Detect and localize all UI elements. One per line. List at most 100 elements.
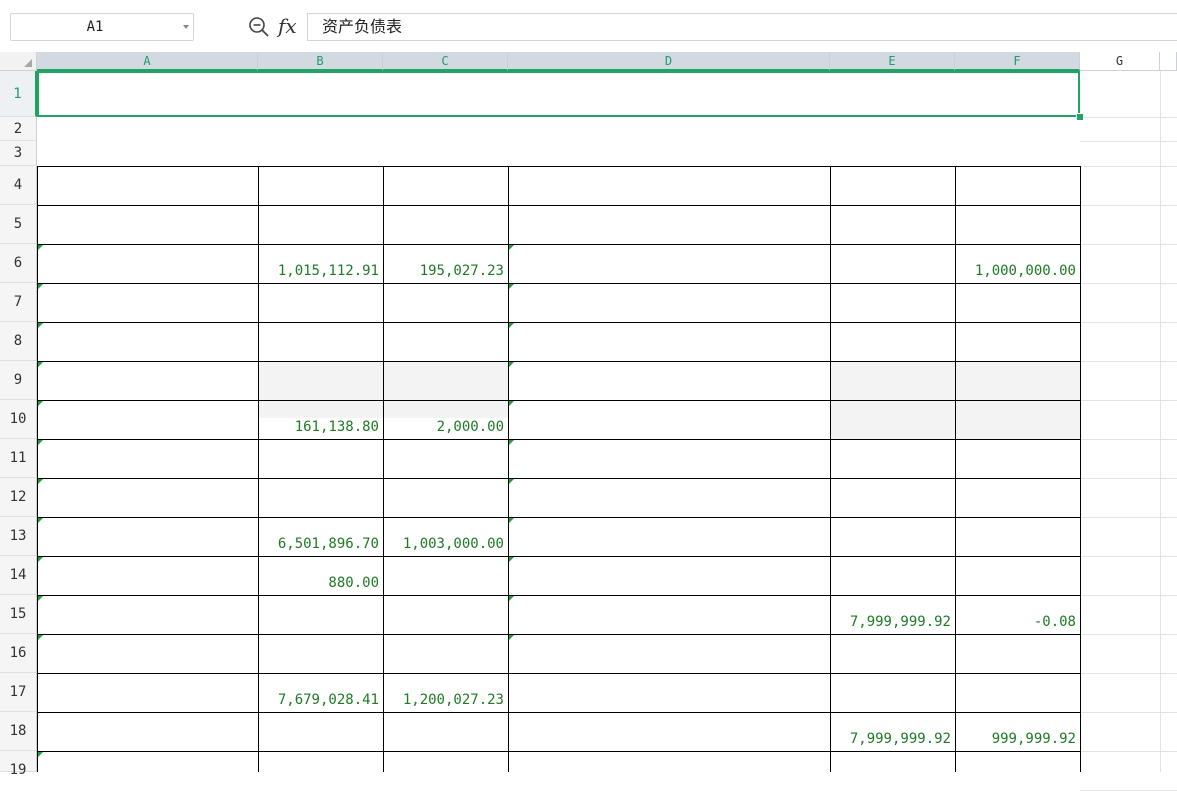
table-border-vertical	[258, 166, 259, 772]
table-border-horizontal	[37, 439, 1080, 440]
error-flag-icon	[509, 557, 514, 562]
fill-handle[interactable]	[1076, 113, 1084, 121]
row-header-19[interactable]: 19	[0, 751, 37, 778]
column-header-c[interactable]: C	[383, 52, 508, 71]
error-flag-icon	[38, 557, 43, 562]
row-header-10[interactable]: 10	[0, 400, 37, 439]
gridline-vertical	[1160, 71, 1161, 772]
error-flag-icon	[38, 362, 43, 367]
error-flag-icon	[509, 284, 514, 289]
cell-value-f6[interactable]: 1,000,000.00	[957, 263, 1076, 279]
cell-value-f18[interactable]: 999,999.92	[957, 731, 1076, 747]
cell-value-b6[interactable]: 1,015,112.91	[260, 263, 379, 279]
cell-value-e18[interactable]: 7,999,999.92	[832, 731, 951, 747]
cell-value-b13[interactable]: 6,501,896.70	[260, 536, 379, 552]
row-header-8[interactable]: 8	[0, 322, 37, 361]
function-icon[interactable]: fx	[278, 14, 297, 38]
column-header-b[interactable]: B	[258, 52, 383, 71]
table-border-horizontal	[37, 673, 1080, 674]
column-header-a[interactable]: A	[37, 52, 258, 71]
error-flag-icon	[38, 440, 43, 445]
gridline-horizontal	[1080, 556, 1177, 557]
row-header-12[interactable]: 12	[0, 478, 37, 517]
table-border-vertical	[1080, 166, 1081, 772]
gridline-horizontal	[1080, 751, 1177, 752]
column-header-e[interactable]: E	[830, 52, 955, 71]
column-header-f[interactable]: F	[955, 52, 1080, 71]
gridline-horizontal	[1080, 117, 1177, 118]
select-all-corner[interactable]	[0, 52, 37, 71]
formula-input[interactable]: 资产负债表	[307, 13, 1177, 41]
table-border-horizontal	[37, 634, 1080, 635]
row-header-4[interactable]: 4	[0, 166, 37, 205]
row-header-5[interactable]: 5	[0, 205, 37, 244]
gridline-horizontal	[1080, 322, 1177, 323]
row-header-14[interactable]: 14	[0, 556, 37, 595]
row-header-17[interactable]: 17	[0, 673, 37, 712]
error-flag-icon	[38, 245, 43, 250]
row-header-11[interactable]: 11	[0, 439, 37, 478]
table-border-horizontal	[37, 322, 1080, 323]
selected-cell-a1[interactable]	[37, 71, 1080, 117]
row-header-15[interactable]: 15	[0, 595, 37, 634]
cell-value-b10[interactable]: 161,138.80	[260, 419, 379, 435]
table-border-horizontal	[37, 361, 1080, 362]
formula-input-value: 资产负债表	[322, 17, 403, 36]
row-header-3[interactable]: 3	[0, 141, 37, 166]
name-box[interactable]: A1	[10, 13, 194, 41]
gridline-horizontal	[1080, 361, 1177, 362]
column-header-filler	[1160, 52, 1177, 71]
table-border-vertical	[37, 166, 38, 772]
cell-value-c13[interactable]: 1,003,000.00	[385, 536, 504, 552]
table-border-horizontal	[37, 400, 1080, 401]
row-header-7[interactable]: 7	[0, 283, 37, 322]
cell-value-c17[interactable]: 1,200,027.23	[385, 692, 504, 708]
row-header-16[interactable]: 16	[0, 634, 37, 673]
error-flag-icon	[38, 323, 43, 328]
cell-value-e15[interactable]: 7,999,999.92	[832, 614, 951, 630]
table-border-horizontal	[37, 205, 1080, 206]
gridline-horizontal	[1080, 478, 1177, 479]
row-header-13[interactable]: 13	[0, 517, 37, 556]
column-header-d[interactable]: D	[508, 52, 830, 71]
error-flag-icon	[38, 284, 43, 289]
column-header-g[interactable]: G	[1080, 52, 1160, 71]
gridline-horizontal	[1080, 712, 1177, 713]
select-all-icon	[24, 59, 32, 67]
row-header-1[interactable]: 1	[0, 71, 37, 117]
gridline-horizontal	[1080, 595, 1177, 596]
row-header-6[interactable]: 6	[0, 244, 37, 283]
row-header-18[interactable]: 18	[0, 712, 37, 751]
cell-value-c10[interactable]: 2,000.00	[385, 419, 504, 435]
table-border-horizontal	[37, 478, 1080, 479]
table-border-vertical	[383, 166, 384, 772]
shaded-cell	[955, 361, 1080, 400]
zoom-search-icon[interactable]	[248, 16, 270, 38]
table-border-horizontal	[37, 517, 1080, 518]
cell-value-b17[interactable]: 7,679,028.41	[260, 692, 379, 708]
cell-value-f15[interactable]: -0.08	[957, 614, 1076, 630]
chevron-down-icon[interactable]	[183, 25, 189, 29]
table-border-horizontal	[37, 283, 1080, 284]
row-header-2[interactable]: 2	[0, 117, 37, 141]
error-flag-icon	[509, 245, 514, 250]
error-flag-icon	[38, 518, 43, 523]
table-border-horizontal	[37, 556, 1080, 557]
shaded-cell	[258, 400, 383, 418]
cell-value-b14[interactable]: 880.00	[260, 575, 379, 591]
error-flag-icon	[509, 440, 514, 445]
row-header-9[interactable]: 9	[0, 361, 37, 400]
error-flag-icon	[509, 635, 514, 640]
error-flag-icon	[509, 323, 514, 328]
error-flag-icon	[38, 635, 43, 640]
shaded-cell	[383, 361, 508, 400]
name-box-value: A1	[86, 19, 104, 35]
error-flag-icon	[38, 479, 43, 484]
gridline-horizontal	[1080, 283, 1177, 284]
table-border-horizontal	[37, 244, 1080, 245]
cell-value-c6[interactable]: 195,027.23	[385, 263, 504, 279]
error-flag-icon	[38, 752, 43, 757]
shaded-cell	[830, 361, 955, 400]
gridline-horizontal	[1080, 517, 1177, 518]
error-flag-icon	[509, 518, 514, 523]
